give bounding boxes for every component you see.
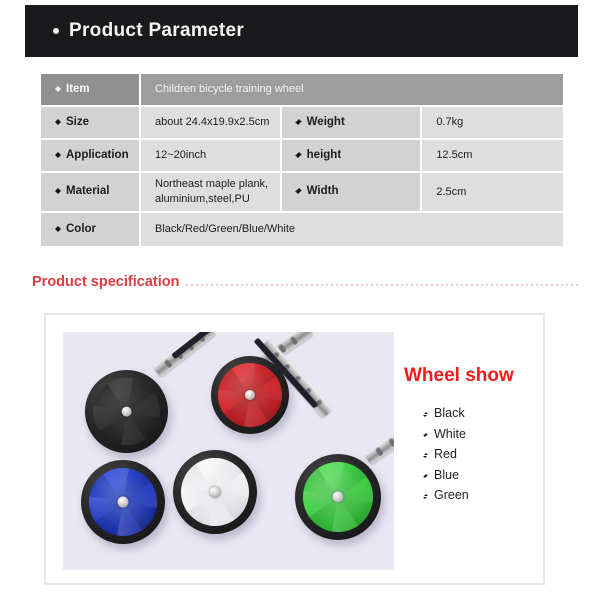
color-label: Red <box>434 447 457 461</box>
table-cell-value: 12~20inch <box>141 140 282 173</box>
blue-training-wheel <box>81 460 165 544</box>
label-text: Item <box>66 82 90 95</box>
product-specification-panel <box>44 313 545 585</box>
label-text: Weight <box>306 115 345 128</box>
diamond-bullet-icon <box>423 451 428 458</box>
color-label: Green <box>434 488 469 502</box>
table-row: Application 12~20inch height 12.5cm <box>41 140 563 173</box>
table-cell-value: about 24.4x19.9x2.5cm <box>141 107 282 140</box>
page-title: Product Parameter <box>69 20 245 41</box>
label-text: Width <box>306 185 339 198</box>
diamond-bullet-icon <box>54 223 61 232</box>
diamond-bullet-icon <box>423 410 428 417</box>
label-text: Color <box>66 222 97 235</box>
table-cell-label-secondary: height <box>281 140 423 173</box>
product-parameter-table: Item Children bicycle training wheel Siz… <box>41 74 563 246</box>
diamond-bullet-icon <box>295 185 302 195</box>
list-item: Black <box>423 403 469 424</box>
list-item: White <box>423 424 469 445</box>
table-cell-label-secondary: Width <box>281 173 423 213</box>
label-text: height <box>306 148 342 161</box>
green-training-wheel <box>295 454 381 540</box>
table-cell-label-secondary: Weight <box>281 107 423 140</box>
table-row: Size about 24.4x19.9x2.5cm Weight 0.7kg <box>41 107 563 140</box>
table-cell-label: Material <box>41 173 141 213</box>
table-row: Color Black/Red/Green/Blue/White <box>41 213 563 246</box>
table-cell-label: Color <box>41 213 141 246</box>
white-training-wheel <box>173 450 257 534</box>
wheel-color-list: Black White Red Blue Green <box>423 403 469 506</box>
table-cell-value: Northeast maple plank, aluminium,steel,P… <box>141 173 282 213</box>
table-cell-value-secondary: 12.5cm <box>422 140 563 173</box>
color-label: Blue <box>434 467 460 482</box>
label-text: Application <box>66 148 129 161</box>
bracket-arm-green <box>363 427 394 465</box>
red-training-wheel <box>211 356 289 434</box>
label-text: Material <box>66 185 110 198</box>
diamond-bullet-icon <box>295 116 302 125</box>
table-row: Item Children bicycle training wheel <box>41 74 563 107</box>
table-cell-label: Application <box>41 140 141 173</box>
list-item: Green <box>423 485 469 506</box>
table-cell-value: Black/Red/Green/Blue/White <box>141 213 563 246</box>
table-cell-value: Children bicycle training wheel <box>141 74 563 107</box>
diamond-bullet-icon <box>423 431 428 438</box>
diamond-bullet-icon <box>54 83 61 92</box>
table-cell-value-secondary: 2.5cm <box>422 173 563 213</box>
table-cell-label: Size <box>41 107 141 140</box>
black-training-wheel <box>85 370 168 453</box>
diamond-bullet-icon <box>423 492 428 499</box>
color-label: Black <box>434 406 465 420</box>
diamond-bullet-icon <box>423 472 428 479</box>
hub-axle <box>209 486 221 498</box>
product-specification-heading: Product specification <box>32 274 180 290</box>
bracket-arm-black <box>152 332 216 378</box>
diamond-bullet-icon <box>295 149 302 158</box>
product-parameter-header: Product Parameter <box>25 5 578 57</box>
diamond-bullet-icon <box>54 116 61 125</box>
label-text: Size <box>66 115 90 128</box>
table-cell-value-secondary: 0.7kg <box>422 107 563 140</box>
diamond-bullet-icon <box>54 149 61 158</box>
table-cell-label: Item <box>41 74 141 107</box>
list-item: Blue <box>423 465 469 486</box>
diamond-bullet-icon <box>54 185 61 195</box>
hub-axle <box>121 406 132 417</box>
dot-bullet-icon <box>53 28 59 34</box>
list-item: Red <box>423 444 469 465</box>
color-label: White <box>434 426 466 441</box>
wheel-photo <box>63 332 394 570</box>
heading-dotted-rule <box>186 284 578 286</box>
hub-axle <box>117 496 129 508</box>
table-row: Material Northeast maple plank, aluminiu… <box>41 173 563 213</box>
wheel-show-title: Wheel show <box>404 365 514 386</box>
